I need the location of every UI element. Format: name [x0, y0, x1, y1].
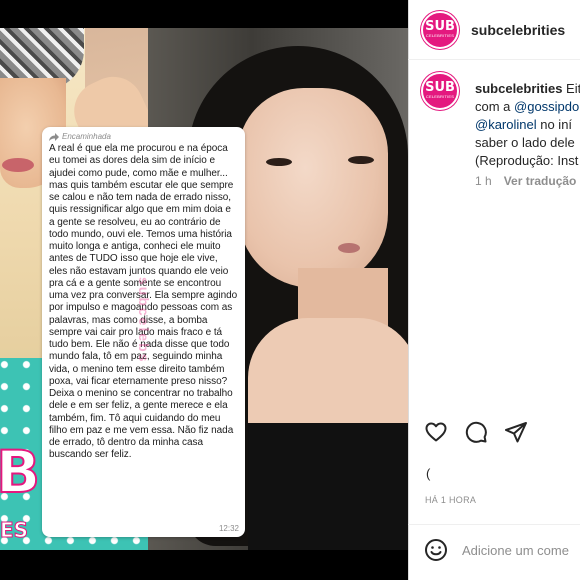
heart-icon[interactable]	[424, 420, 448, 444]
avatar-logo-text: SUB	[425, 18, 455, 34]
post-header: SUB CELEBRITIES subcelebrities	[408, 0, 580, 60]
sidebar-divider	[408, 0, 409, 580]
right-photo-dress	[248, 423, 408, 550]
post-media[interactable]: B ES Encaminhada A real é que ela me pro…	[0, 0, 408, 580]
left-photo-logo-letter: B	[0, 438, 41, 506]
watermark: subcelebs	[136, 277, 152, 364]
translate-button[interactable]: Ver tradução	[504, 174, 577, 188]
share-icon[interactable]	[504, 420, 528, 444]
avatar-logo-subtext: CELEBRITIES	[425, 32, 455, 38]
caption-meta: 1 h Ver tradução	[475, 174, 576, 188]
caption-avatar[interactable]: SUB CELEBRITIES	[421, 72, 459, 110]
post-time-ago: HÁ 1 HORA	[425, 495, 477, 505]
left-photo-logo-text: ES	[0, 518, 29, 543]
caption-line3: no iní	[536, 117, 573, 132]
emoji-icon[interactable]	[424, 538, 448, 562]
caption-username[interactable]: subcelebrities	[475, 81, 562, 96]
mention-link[interactable]: @karolinel	[475, 117, 537, 132]
caption-age: 1 h	[475, 174, 492, 188]
caption-line5: (Reprodução: Inst	[475, 153, 579, 168]
mention-link[interactable]: @gossipdo	[514, 99, 579, 114]
post-sidebar: SUB CELEBRITIES subcelebrities SUB CELEB…	[408, 0, 580, 580]
forward-label: Encaminhada	[62, 132, 111, 141]
forward-icon	[49, 132, 59, 141]
right-photo-lips	[338, 243, 360, 253]
caption-line4: saber o lado dele	[475, 135, 575, 150]
username-link[interactable]: subcelebrities	[471, 22, 565, 38]
right-photo-eye	[266, 158, 292, 166]
caption-line2: com a	[475, 99, 515, 114]
comment-divider	[408, 524, 580, 525]
comment-icon[interactable]	[464, 420, 488, 444]
avatar-logo-subtext: CELEBRITIES	[425, 94, 455, 99]
right-photo-face	[238, 88, 388, 288]
caption-line1: Eit	[562, 81, 580, 96]
caption-text: subcelebrities Eit com a @gossipdo @karo…	[475, 80, 580, 170]
left-photo-lips	[2, 158, 34, 172]
avatar[interactable]: SUB CELEBRITIES	[421, 10, 459, 49]
right-photo-eye	[348, 156, 374, 164]
post-actions	[424, 420, 528, 444]
forwarded-message-card: Encaminhada A real é que ela me procurou…	[42, 127, 245, 537]
message-time: 12:32	[218, 524, 239, 533]
likes-line: (	[426, 466, 431, 481]
avatar-logo-text: SUB	[425, 80, 455, 95]
comment-input[interactable]: Adicione um come	[462, 543, 569, 558]
forward-indicator: Encaminhada	[49, 132, 238, 141]
add-comment-bar: Adicione um come	[424, 538, 569, 562]
